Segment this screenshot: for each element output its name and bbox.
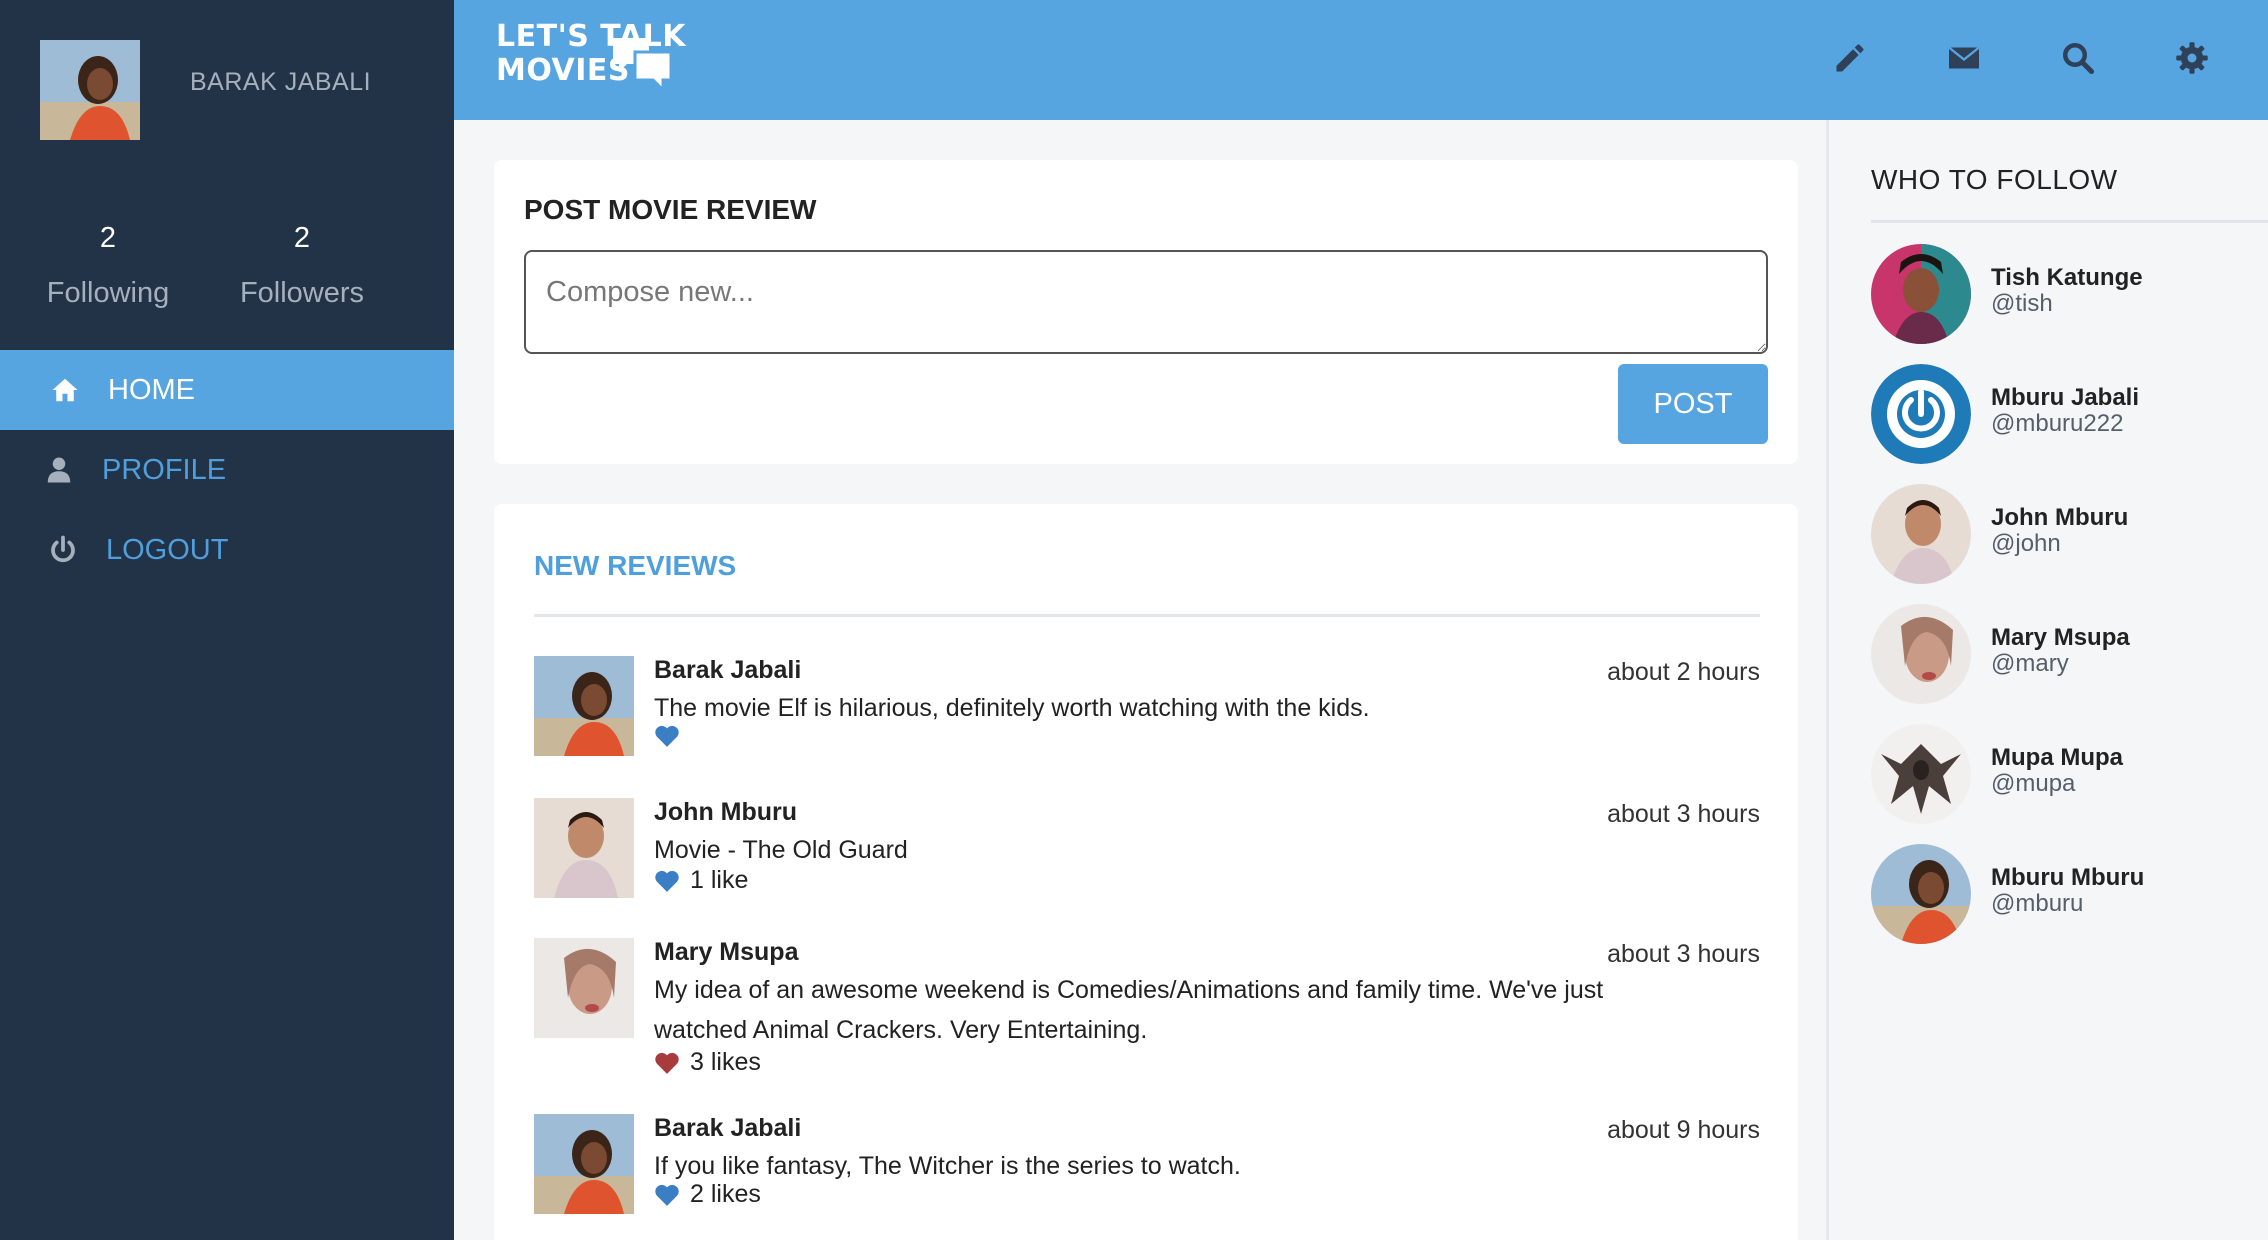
avatar[interactable] — [1871, 604, 1971, 704]
follow-suggestion[interactable]: Tish Katunge @tish — [1871, 244, 2268, 344]
review-text: If you like fantasy, The Witcher is the … — [654, 1152, 1241, 1180]
follow-suggestion[interactable]: Mupa Mupa @mupa — [1871, 724, 2268, 824]
following-stat[interactable]: 2 Following — [8, 222, 208, 310]
review-time: about 3 hours — [1607, 800, 1760, 828]
compose-card: POST MOVIE REVIEW POST — [494, 160, 1798, 464]
follow-name: Mupa Mupa — [1991, 744, 2123, 771]
following-count: 2 — [99, 222, 117, 254]
avatar[interactable] — [1871, 724, 1971, 824]
follow-suggestion[interactable]: Mburu Jabali @mburu222 — [1871, 364, 2268, 464]
follow-name: John Mburu — [1991, 504, 2129, 531]
follow-handle: @mary — [1991, 650, 2069, 677]
follow-suggestion[interactable]: Mary Msupa @mary — [1871, 604, 2268, 704]
avatar[interactable] — [1871, 484, 1971, 584]
review-item: Mary Msupa about 3 hours My idea of an a… — [534, 938, 1760, 1088]
follow-suggestion[interactable]: John Mburu @john — [1871, 484, 2268, 584]
user-icon — [42, 453, 76, 487]
compose-input[interactable] — [524, 250, 1768, 354]
nav-item-label: PROFILE — [102, 453, 227, 486]
review-time: about 9 hours — [1607, 1116, 1760, 1144]
reviews-title: NEW REVIEWS — [534, 550, 737, 581]
followers-stat[interactable]: 2 Followers — [202, 222, 402, 310]
review-text: My idea of an awesome weekend is Comedie… — [654, 976, 1604, 1044]
likes-count: 2 likes — [690, 1180, 761, 1208]
follow-handle: @tish — [1991, 290, 2053, 317]
review-avatar[interactable] — [534, 798, 634, 898]
compose-title: POST MOVIE REVIEW — [524, 194, 817, 225]
review-likes[interactable]: 2 likes — [654, 1180, 761, 1209]
review-author[interactable]: John Mburu — [654, 798, 797, 827]
home-icon — [48, 373, 82, 407]
review-time: about 2 hours — [1607, 658, 1760, 686]
nav-item-label: LOGOUT — [106, 533, 229, 566]
search-icon[interactable] — [2058, 38, 2098, 78]
avatar[interactable] — [1871, 244, 1971, 344]
heart-icon[interactable] — [654, 869, 680, 893]
review-text: The movie Elf is hilarious, definitely w… — [654, 694, 1370, 722]
power-icon — [46, 533, 80, 567]
likes-count: 3 likes — [690, 1048, 761, 1076]
review-likes[interactable]: 3 likes — [654, 1048, 761, 1077]
follow-name: Tish Katunge — [1991, 264, 2143, 291]
review-author[interactable]: Barak Jabali — [654, 656, 801, 685]
reviews-card: NEW REVIEWS Barak Jabali about 2 hours T… — [494, 504, 1798, 1240]
review-avatar[interactable] — [534, 938, 634, 1038]
nav-item-profile[interactable]: PROFILE — [0, 430, 454, 510]
who-to-follow-panel: WHO TO FOLLOW Tish Katunge @tish Mburu J… — [1826, 120, 2268, 1240]
reviews-divider — [534, 614, 1760, 617]
review-author[interactable]: Mary Msupa — [654, 938, 798, 967]
follow-handle: @john — [1991, 530, 2061, 557]
review-time: about 3 hours — [1607, 940, 1760, 968]
follow-handle: @mburu — [1991, 890, 2084, 917]
sidebar: BARAK JABALI 2 Following 2 Followers HOM… — [0, 0, 454, 1240]
follow-name: Mburu Mburu — [1991, 864, 2145, 891]
who-to-follow-title: WHO TO FOLLOW — [1871, 164, 2118, 195]
who-to-follow-divider — [1871, 220, 2268, 223]
gear-icon[interactable] — [2172, 38, 2212, 78]
avatar[interactable] — [1871, 364, 1971, 464]
following-label: Following — [46, 277, 170, 309]
avatar[interactable] — [1871, 844, 1971, 944]
pencil-icon[interactable] — [1830, 38, 1870, 78]
review-author[interactable]: Barak Jabali — [654, 1114, 801, 1143]
followers-count: 2 — [293, 222, 311, 254]
follow-handle: @mupa — [1991, 770, 2076, 797]
heart-icon[interactable] — [654, 1183, 680, 1207]
review-item: Barak Jabali about 2 hours The movie Elf… — [534, 656, 1760, 776]
review-text: Movie - The Old Guard — [654, 836, 908, 864]
envelope-icon[interactable] — [1944, 38, 1984, 78]
top-header: LET'S TALK MOVIES — [454, 0, 2268, 120]
review-item: Barak Jabali about 9 hours If you like f… — [534, 1114, 1760, 1224]
review-avatar[interactable] — [534, 1114, 634, 1214]
review-likes[interactable] — [654, 724, 690, 748]
follow-handle: @mburu222 — [1991, 410, 2124, 437]
profile-avatar[interactable] — [40, 40, 140, 140]
heart-icon[interactable] — [654, 724, 680, 748]
review-item: John Mburu about 3 hours Movie - The Old… — [534, 798, 1760, 908]
post-button[interactable]: POST — [1618, 364, 1768, 444]
nav-item-logout[interactable]: LOGOUT — [0, 510, 454, 590]
heart-icon[interactable] — [654, 1051, 680, 1075]
followers-label: Followers — [239, 277, 365, 309]
nav-item-label: HOME — [108, 373, 195, 406]
review-avatar[interactable] — [534, 656, 634, 756]
likes-count: 1 like — [690, 866, 749, 894]
follow-name: Mary Msupa — [1991, 624, 2130, 651]
review-likes[interactable]: 1 like — [654, 866, 748, 895]
nav-item-home[interactable]: HOME — [0, 350, 454, 430]
follow-suggestion[interactable]: Mburu Mburu @mburu — [1871, 844, 2268, 944]
profile-username: BARAK JABALI — [190, 68, 372, 96]
follow-name: Mburu Jabali — [1991, 384, 2140, 411]
chat-bubbles-icon — [613, 38, 673, 94]
